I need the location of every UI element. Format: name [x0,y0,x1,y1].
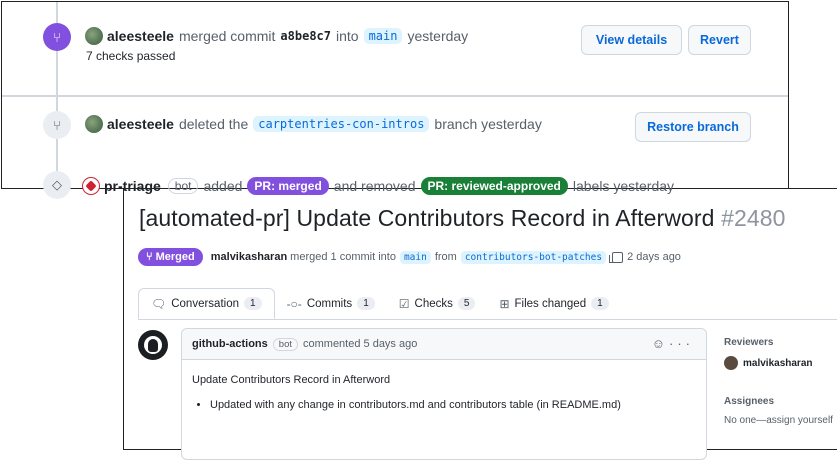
commit-icon: -○- [286,296,302,311]
avatar[interactable] [85,115,103,133]
label-pr-reviewed-approved[interactable]: PR: reviewed-approved [420,177,568,195]
copy-icon[interactable] [609,251,624,263]
tab-label: Files changed [514,297,587,310]
file-diff-icon: ⊞ [499,296,510,311]
tab-counter: 5 [457,297,476,310]
bot-badge: bot [167,178,199,194]
tab-label: Conversation [171,297,239,310]
merged-by-link[interactable]: malvikasharan [211,251,287,263]
github-logo-icon[interactable] [138,330,168,360]
reviewer-name: malvikasharan [743,357,813,369]
event-text: labels yesterday [572,178,675,194]
restore-branch-button[interactable]: Restore branch [635,112,751,142]
pr-meta: ⑂ Merged malvikasharan merged 1 commit i… [138,246,681,268]
view-details-button[interactable]: View details [581,25,682,55]
tab-conversation[interactable]: 🗨 Conversation 1 [138,288,275,319]
bot-badge: bot [272,337,298,351]
event-text: deleted the [178,116,249,132]
comment-header: github-actions bot commented 5 days ago … [182,329,706,360]
merge-event: aleesteele merged commit a8be8c7 into ma… [85,27,468,45]
state-label: Merged [155,251,195,263]
comment-list: Updated with any change in contributors.… [192,399,696,411]
user-link[interactable]: aleesteele [107,116,174,132]
comment-body: Update Contributors Record in Afterword … [182,360,706,421]
commit-sha[interactable]: a8be8c7 [280,29,331,43]
page-title: [automated-pr] Update Contributors Recor… [139,205,786,232]
checklist-icon: ☑ [398,296,410,311]
tag-icon: ◇ [43,171,71,199]
pr-time: 2 days ago [627,251,681,263]
merge-icon: ⑂ [43,23,71,51]
reviewer-item[interactable]: malvikasharan [724,356,837,370]
tab-counter: 1 [357,297,375,310]
pr-tabs: 🗨 Conversation 1 -○- Commits 1 ☑ Checks … [138,288,837,320]
user-link[interactable]: pr-triage [104,178,161,194]
event-text: and removed [333,178,416,194]
state-badge: ⑂ Merged [138,248,203,266]
avatar[interactable] [82,177,100,195]
list-item: Updated with any change in contributors.… [210,399,696,411]
timeline-divider [2,95,788,97]
git-branch-icon: ⑂ [43,111,71,139]
revert-button[interactable]: Revert [688,25,751,55]
pull-request-page: [automated-pr] Update Contributors Recor… [123,188,837,460]
checks-status[interactable]: 7 checks passed [86,49,175,63]
tab-commits[interactable]: -○- Commits 1 [275,288,387,319]
avatar[interactable] [85,27,103,45]
pr-number[interactable]: #2480 [721,205,785,231]
branch-chip[interactable]: main [363,28,403,44]
event-text: added [203,178,243,194]
reviewers-heading[interactable]: Reviewers [724,337,837,348]
pr-title-text: [automated-pr] Update Contributors Recor… [139,205,715,231]
smiley-icon[interactable]: ☺ [652,336,669,351]
label-pr-merged[interactable]: PR: merged [247,177,329,195]
comment-box: github-actions bot commented 5 days ago … [181,328,707,460]
timeline-panel: ⑂ aleesteele merged commit a8be8c7 into … [1,1,789,199]
kebab-menu-icon[interactable]: ··· [669,336,694,351]
merge-icon: ⑂ [146,251,153,263]
head-branch[interactable]: contributors-bot-patches [460,250,607,264]
comment-icon: 🗨 [151,296,167,311]
tab-label: Checks [414,297,453,310]
event-text: merged commit [178,28,276,44]
delete-event: aleesteele deleted the carptentries-con-… [85,115,542,133]
tab-files-changed[interactable]: ⊞ Files changed 1 [487,288,620,319]
assignees-value[interactable]: No one—assign yourself [724,415,837,426]
from-text: from [434,251,457,263]
branch-chip[interactable]: carptentries-con-intros [253,116,430,132]
tab-counter: 1 [591,297,609,310]
tab-label: Commits [306,297,353,310]
user-link[interactable]: aleesteele [107,28,174,44]
event-time: yesterday [407,28,469,44]
event-text: branch yesterday [434,116,542,132]
comment-author[interactable]: github-actions [192,338,268,350]
comment-actions: ☺··· [652,336,694,351]
comment-meta[interactable]: commented 5 days ago [303,338,417,350]
merge-text: merged 1 commit into [290,251,396,263]
label-event: pr-triage bot added PR: merged and remov… [82,177,674,195]
base-branch[interactable]: main [399,250,431,264]
pr-sidebar: Reviewers malvikasharan Assignees No one… [724,337,837,426]
tab-checks[interactable]: ☑ Checks 5 [387,288,488,319]
avatar [724,356,738,370]
tab-counter: 1 [244,297,262,310]
event-text: into [336,28,359,44]
assignees-heading[interactable]: Assignees [724,396,837,407]
comment-title: Update Contributors Record in Afterword [192,374,391,386]
